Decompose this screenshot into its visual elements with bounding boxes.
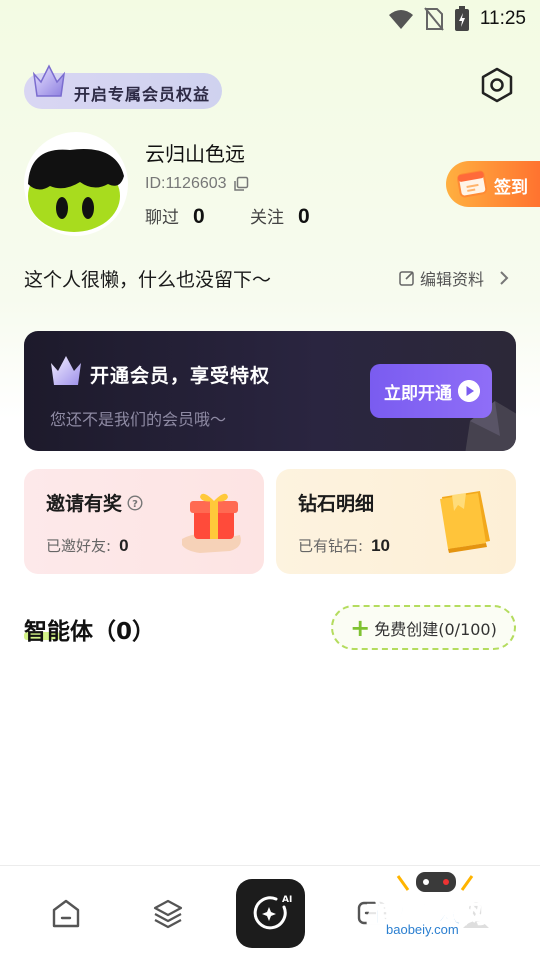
wifi-icon [388, 10, 413, 29]
membership-card[interactable]: 开通会员，享受特权 您还不是我们的会员哦～ 立即开通 [24, 331, 516, 451]
invite-reward-card[interactable]: 邀请有奖 ? 已邀好友: 0 [24, 469, 264, 574]
membership-subtitle: 您还不是我们的会员哦～ [50, 410, 227, 429]
help-icon[interactable]: ? [127, 494, 143, 511]
no-sim-icon [424, 7, 444, 31]
status-bar: 11:25 [0, 0, 540, 40]
home-icon[interactable] [48, 896, 84, 932]
create-agent-button[interactable]: + 免费创建(0/100) [331, 605, 516, 650]
watermark: 宝贝游戏网 baobeiy.com [360, 868, 510, 958]
signin-label: 签到 [494, 178, 528, 198]
copy-icon[interactable] [233, 176, 249, 192]
play-icon [458, 380, 480, 402]
plus-icon: + [350, 613, 371, 642]
follow-count: 0 [298, 205, 310, 228]
chevron-right-icon [500, 271, 509, 285]
gift-icon [182, 493, 241, 553]
user-id: ID:1126603 [145, 175, 249, 193]
signin-button[interactable]: 签到 [446, 161, 540, 207]
invite-meta: 已邀好友: 0 [46, 535, 129, 556]
diamond-meta: 已有钻石: 10 [298, 535, 390, 556]
avatar[interactable] [24, 132, 128, 236]
status-time: 11:25 [479, 8, 526, 29]
diamond-title: 钻石明细 [298, 493, 375, 515]
follow-label: 关注 [250, 208, 284, 228]
crown-icon [51, 356, 81, 385]
diamond-meta-label: 已有钻石: [298, 537, 364, 555]
vip-benefits-chip[interactable]: 开启专属会员权益 [24, 64, 222, 109]
diamond-title-row: 钻石明细 [298, 489, 374, 516]
edit-profile-link[interactable]: 编辑资料 [398, 266, 512, 290]
user-id-text: ID:1126603 [145, 175, 227, 192]
watermark-url: baobeiy.com [386, 922, 459, 937]
invite-title: 邀请有奖 [46, 493, 123, 515]
edit-profile-label: 编辑资料 [420, 270, 485, 289]
username: 云归山色远 [145, 142, 245, 166]
invite-title-row: 邀请有奖 ? [46, 489, 143, 516]
status-icons: 11:25 [388, 6, 526, 32]
ledger-book-icon [440, 491, 490, 553]
crown-icon [32, 64, 66, 97]
open-membership-button[interactable]: 立即开通 [370, 364, 492, 418]
vip-chip-label: 开启专属会员权益 [74, 85, 211, 104]
chat-count: 0 [193, 205, 205, 228]
invite-count: 0 [119, 536, 129, 555]
invite-meta-label: 已邀好友: [46, 537, 112, 555]
diamond-detail-card[interactable]: 钻石明细 已有钻石: 10 [276, 469, 516, 574]
ai-create-button[interactable]: AI [236, 879, 305, 948]
ai-label: AI [282, 895, 292, 905]
chat-stat[interactable]: 聊过 0 [145, 203, 205, 229]
create-agent-label: 免费创建(0/100) [374, 619, 497, 639]
edit-icon [399, 271, 414, 286]
membership-title: 开通会员，享受特权 [90, 365, 271, 387]
open-membership-label: 立即开通 [384, 384, 452, 404]
settings-gear-icon[interactable] [478, 66, 516, 104]
chat-label: 聊过 [145, 208, 179, 228]
ai-create-icon: AI [253, 895, 292, 930]
calendar-icon [457, 170, 488, 198]
follow-stat[interactable]: 关注 0 [250, 203, 310, 229]
bio-text: 这个人很懒，什么也没留下～ [24, 269, 272, 291]
layers-icon[interactable] [150, 896, 186, 932]
agents-title: 智能体（0） [24, 619, 156, 645]
avatar-illustration [28, 136, 124, 232]
diamond-count: 10 [371, 536, 390, 555]
battery-charging-icon [454, 6, 469, 31]
svg-text:?: ? [132, 499, 138, 510]
